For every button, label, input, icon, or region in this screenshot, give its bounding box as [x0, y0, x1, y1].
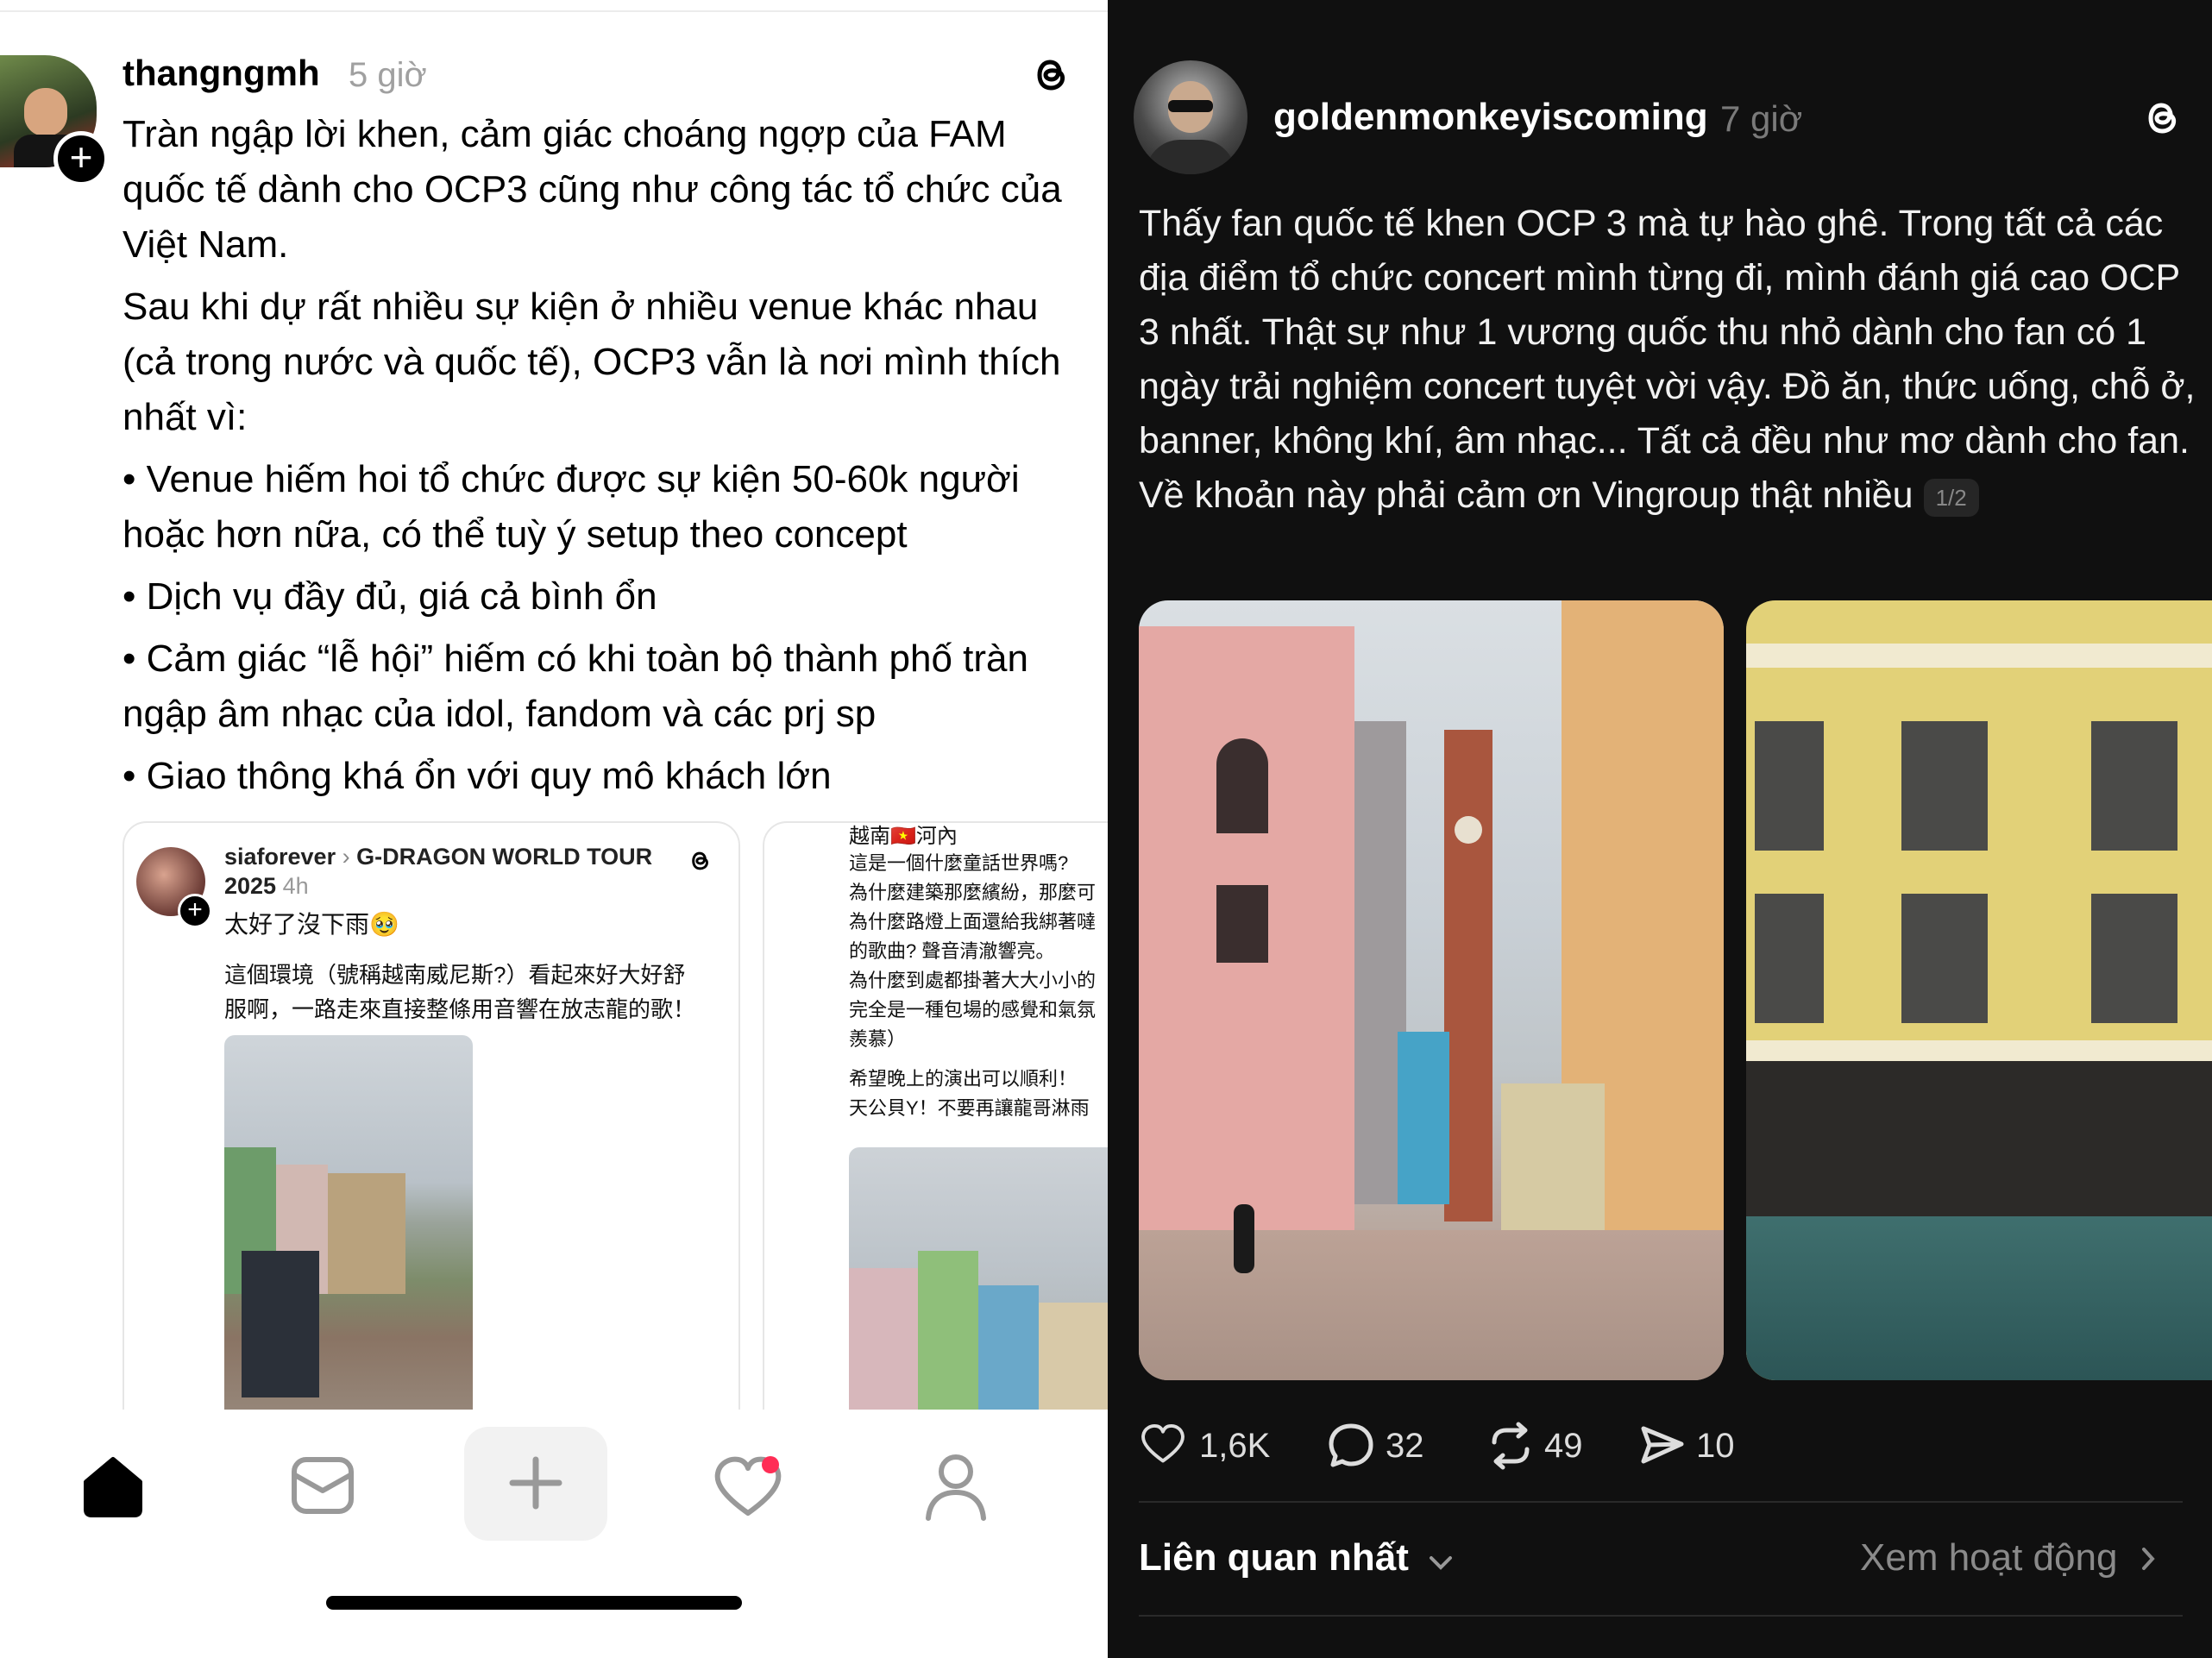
post-time: 5 giờ [349, 56, 427, 94]
repost-count: 49 [1544, 1427, 1583, 1465]
photo-building-cream [1501, 1083, 1605, 1230]
profile-icon[interactable] [921, 1451, 990, 1522]
avatar-face [24, 88, 67, 136]
home-indicator [326, 1596, 742, 1610]
bottom-nav-bar [0, 1410, 1108, 1658]
photo-clock-tower [1444, 730, 1492, 1222]
like-count: 1,6K [1199, 1427, 1271, 1465]
page-indicator: 1/2 [1923, 478, 1979, 517]
repost-button[interactable] [1486, 1422, 1536, 1470]
photo-pavement [1139, 1230, 1724, 1380]
bullet-item: • Giao thông khá ổn với quy mô khách lớn [123, 755, 832, 797]
heart-icon[interactable] [713, 1453, 783, 1522]
quote-time: 4h [282, 873, 309, 899]
home-icon[interactable] [79, 1453, 147, 1520]
photo-cornice [1746, 1040, 2212, 1061]
photo-window [1216, 738, 1268, 833]
photo-window [1901, 894, 1988, 1023]
quote-text-block: 這是一個什麼童話世界嗎? 為什麼建築那麼繽紛，那麼可 為什麼路燈上面還給我綁著噠… [849, 849, 1108, 1123]
quote-photo[interactable] [224, 1035, 473, 1444]
photo-window [1216, 885, 1268, 963]
quote-header: siaforever › G-DRAGON WORLD TOUR 2025 4h [224, 844, 653, 899]
post-photo[interactable] [1746, 600, 2212, 1380]
photo-clock-face [1455, 816, 1482, 844]
post-paragraph: Sau khi dự rất nhiều sự kiện ở nhiều ven… [123, 286, 1061, 438]
quote-line: 天公貝Y！不要再讓龍哥淋雨 [849, 1097, 1090, 1119]
quote-line: 為什麼到處都掛著大大小小的 [849, 970, 1097, 991]
photo-cornice [1746, 644, 2212, 668]
quoted-post-card[interactable]: 越南🇻🇳河內 這是一個什麼童話世界嗎? 為什麼建築那麼繽紛，那麼可 為什麼路燈上… [763, 821, 1108, 1446]
photo-water [1746, 1216, 2212, 1380]
quote-line: 完全是一種包場的感覺和氣氛 [849, 999, 1097, 1021]
share-button[interactable] [1639, 1423, 1686, 1468]
left-screenshot-panel: + thangngmh 5 giờ Tràn ngập lời khen, cả… [0, 0, 1108, 1658]
right-screenshot-panel: goldenmonkeyiscoming 7 giờ Thấy fan quốc… [1108, 0, 2212, 1658]
quote-username[interactable]: siaforever [224, 844, 336, 870]
inbox-icon[interactable] [290, 1454, 355, 1517]
photo-window [2091, 721, 2177, 851]
divider [1139, 1501, 2183, 1503]
quoted-post-card[interactable]: + siaforever › G-DRAGON WORLD TOUR 2025 … [123, 821, 740, 1446]
avatar-jacket [1146, 140, 1235, 174]
quote-text: 這個環境（號稱越南威尼斯?）看起來好大好舒服啊，一路走來直接整條用音響在放志龍的… [224, 962, 696, 1022]
bullet-item: • Venue hiếm hoi tổ chức được sự kiện 50… [123, 458, 1020, 556]
threads-icon[interactable] [2140, 95, 2186, 141]
comment-count: 32 [1386, 1427, 1424, 1465]
chevron-down-icon [1428, 1534, 1454, 1586]
quote-line: 羨慕） [849, 1028, 907, 1050]
follow-plus-icon[interactable]: + [53, 131, 109, 186]
bullet-item: • Cảm giác “lễ hội” hiếm có khi toàn bộ … [123, 637, 1028, 735]
view-activity-link[interactable]: Xem hoạt động [1860, 1532, 2156, 1586]
activity-label: Xem hoạt động [1860, 1536, 2118, 1579]
threads-icon[interactable] [1028, 52, 1075, 98]
photo-window [1755, 894, 1824, 1023]
post-text: Thấy fan quốc tế khen OCP 3 mà tự hào gh… [1139, 203, 2196, 516]
photo-window [2091, 894, 2177, 1023]
post-body: Thấy fan quốc tế khen OCP 3 mà tự hào gh… [1139, 197, 2198, 523]
bullet-item: • Dịch vụ đầy đủ, giá cả bình ổn [123, 575, 657, 618]
sort-dropdown[interactable]: Liên quan nhất [1139, 1532, 1454, 1586]
quote-line: 為什麼路燈上面還給我綁著噠 [849, 911, 1097, 933]
quote-line: 這是一個什麼童話世界嗎? [849, 852, 1069, 874]
chevron-right-icon [2140, 1534, 2156, 1586]
quote-location: 越南🇻🇳河內 [849, 825, 958, 848]
plus-icon [507, 1454, 564, 1511]
quote-photo[interactable] [849, 1147, 1108, 1444]
photo-poster [242, 1251, 319, 1397]
photo-person [1234, 1204, 1254, 1273]
post-paragraph: Tràn ngập lời khen, cảm giác choáng ngợp… [123, 113, 1062, 266]
post-username[interactable]: thangngmh [123, 50, 320, 97]
comment-button[interactable] [1327, 1422, 1375, 1468]
photo-building-blue [1398, 1032, 1449, 1204]
create-button[interactable] [464, 1427, 607, 1541]
photo-building [328, 1173, 405, 1294]
post-body: Tràn ngập lời khen, cảm giác choáng ngợp… [123, 107, 1089, 804]
photo-window [1755, 721, 1824, 851]
quote-line: 太好了沒下雨🥹 [224, 911, 399, 938]
avatar-glasses [1168, 100, 1213, 112]
top-divider [0, 10, 1108, 12]
quote-line: 的歌曲? 聲音清澈響亮。 [849, 940, 1055, 962]
threads-icon [687, 847, 714, 875]
post-username[interactable]: goldenmonkeyiscoming [1273, 93, 1708, 141]
photo-storefront [1746, 1061, 2212, 1216]
quote-line: 為什麼建築那麼繽紛，那麼可 [849, 882, 1097, 903]
photo-window [1901, 721, 1988, 851]
post-actions: 1,6K 32 49 10 [1139, 1415, 2174, 1475]
sort-label: Liên quan nhất [1139, 1536, 1409, 1579]
follow-plus-icon[interactable]: + [178, 894, 212, 928]
avatar[interactable] [1134, 60, 1247, 174]
post-time: 7 giờ [1720, 98, 1803, 139]
like-button[interactable] [1139, 1422, 1187, 1466]
quote-line: 希望晚上的演出可以順利！ [849, 1068, 1078, 1090]
post-photo[interactable] [1139, 600, 1724, 1380]
share-count: 10 [1696, 1427, 1735, 1465]
divider [1139, 1615, 2183, 1617]
